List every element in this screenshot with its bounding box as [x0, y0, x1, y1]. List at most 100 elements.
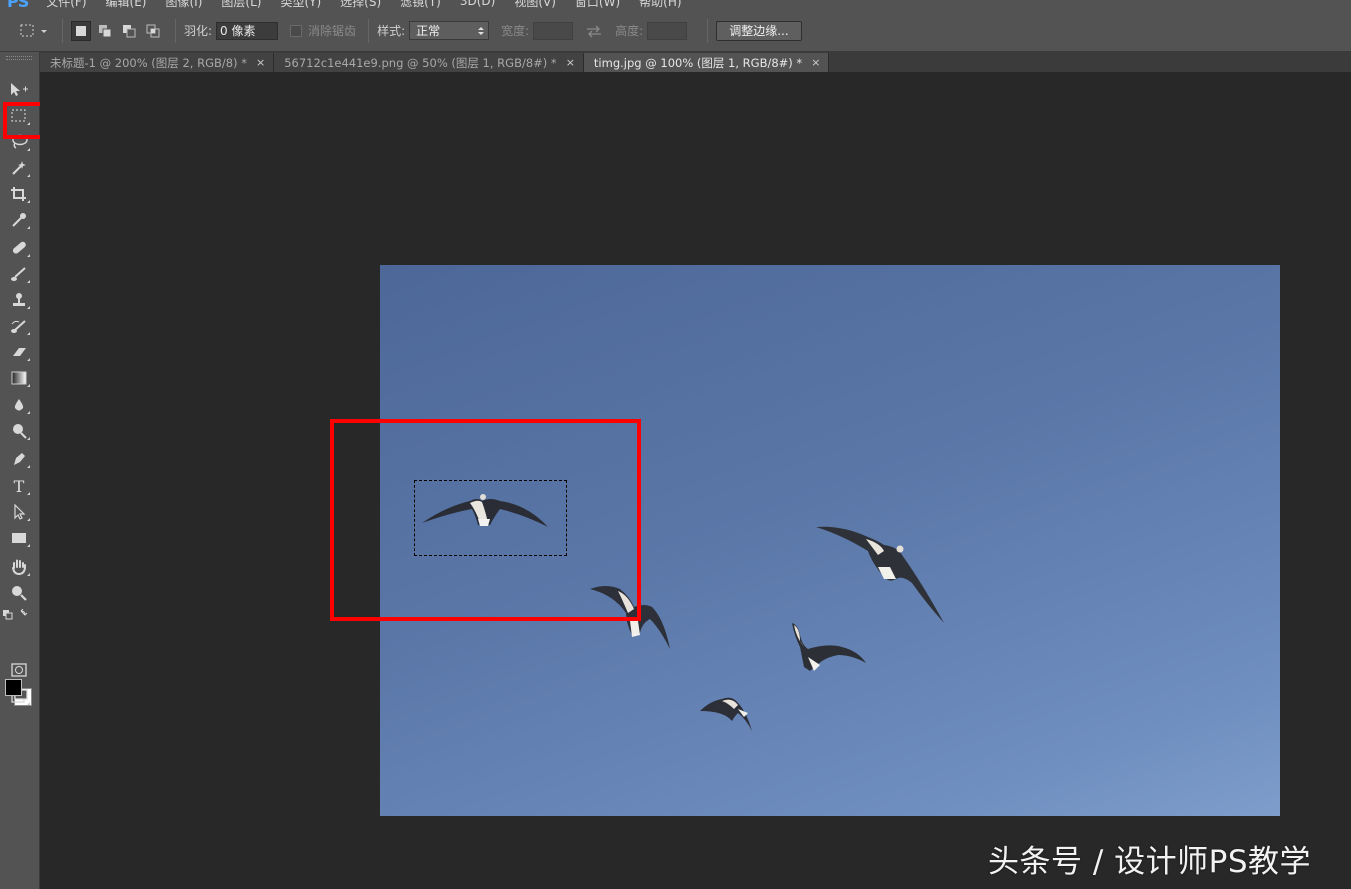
close-icon[interactable]: ×	[566, 56, 575, 69]
brush-tool[interactable]	[7, 263, 31, 285]
menu-bar: PS 文件(F) 编辑(E) 图像(I) 图层(L) 类型(Y) 选择(S) 滤…	[0, 0, 1351, 11]
path-selection-tool[interactable]	[7, 501, 31, 523]
options-bar: 羽化: 0 像素 消除锯齿 样式: 正常 宽度: 高度: 调整边缘...	[0, 10, 1351, 52]
submenu-corner	[27, 174, 30, 177]
quick-mask-icon	[11, 663, 27, 677]
magic-wand-icon	[12, 161, 26, 175]
seagull-image	[700, 697, 752, 731]
tool-preset-picker[interactable]	[14, 19, 54, 43]
document-tab[interactable]: 56712c1e441e9.png @ 50% (图层 1, RGB/8#) *…	[274, 53, 584, 72]
brush-icon	[11, 267, 26, 281]
tab-label: timg.jpg @ 100% (图层 1, RGB/8#) *	[593, 55, 803, 70]
submenu-corner	[27, 332, 30, 335]
intersect-selection-button[interactable]	[143, 21, 163, 41]
dodge-icon	[13, 424, 27, 439]
crop-tool[interactable]	[7, 183, 31, 205]
submenu-corner	[27, 254, 30, 257]
divider	[62, 18, 63, 43]
eraser-icon	[13, 348, 26, 356]
quick-mask-button[interactable]	[7, 659, 31, 681]
crop-icon	[11, 187, 26, 201]
gradient-tool[interactable]	[7, 367, 31, 389]
clone-stamp-tool[interactable]	[7, 289, 31, 311]
eyedropper-tool[interactable]	[7, 209, 31, 231]
seagull-image	[816, 526, 944, 623]
menu-filter[interactable]: 滤镜(T)	[400, 0, 441, 10]
rectangle-shape-icon	[12, 533, 26, 543]
antialias-label: 消除锯齿	[308, 24, 357, 38]
subtract-from-selection-button[interactable]	[119, 21, 139, 41]
move-tool[interactable]	[7, 79, 31, 101]
magic-wand-tool[interactable]	[7, 157, 31, 179]
rectangle-tool[interactable]	[7, 527, 31, 549]
blur-tool[interactable]	[7, 394, 31, 416]
document-tab[interactable]: 未标题-1 @ 200% (图层 2, RGB/8) * ×	[40, 53, 275, 72]
hand-icon	[12, 559, 26, 575]
watermark-text: 头条号 / 设计师PS教学	[988, 844, 1312, 880]
divider	[175, 18, 176, 43]
tools-panel: T	[0, 52, 40, 889]
zoom-icon	[12, 586, 27, 601]
menu-select[interactable]: 选择(S)	[340, 0, 381, 10]
width-input[interactable]	[533, 21, 574, 40]
foreground-color-swatch[interactable]	[5, 679, 22, 696]
move-tool-icon	[11, 83, 28, 96]
new-selection-icon	[76, 25, 86, 36]
document-tab-active[interactable]: timg.jpg @ 100% (图层 1, RGB/8#) * ×	[583, 53, 830, 72]
menu-type[interactable]: 类型(Y)	[280, 0, 321, 10]
add-to-selection-button[interactable]	[95, 21, 115, 41]
healing-brush-tool[interactable]	[7, 237, 31, 259]
close-icon[interactable]: ×	[811, 56, 820, 69]
type-tool-icon: T	[13, 476, 25, 496]
submenu-corner	[27, 573, 30, 576]
submenu-corner	[27, 280, 30, 283]
bandage-icon	[12, 241, 26, 254]
submenu-corner	[27, 544, 30, 547]
new-selection-button[interactable]	[71, 20, 91, 41]
antialias-checkbox[interactable]	[290, 24, 303, 37]
style-select-value: 正常	[416, 24, 441, 38]
feather-input[interactable]: 0 像素	[216, 21, 279, 40]
ps-logo: PS	[7, 0, 29, 11]
submenu-corner	[27, 148, 30, 151]
submenu-corner	[27, 492, 30, 495]
marquee-preset-icon	[20, 24, 47, 36]
menu-3d[interactable]: 3D(D)	[460, 0, 495, 8]
history-brush-icon	[11, 320, 26, 333]
zoom-tool[interactable]	[7, 582, 31, 604]
menu-edit[interactable]: 编辑(E)	[106, 0, 147, 10]
menu-help[interactable]: 帮助(H)	[639, 0, 681, 10]
panel-grip[interactable]	[6, 56, 32, 60]
default-colors-icon	[3, 609, 28, 620]
style-select[interactable]: 正常	[409, 21, 490, 40]
path-select-arrow-icon	[14, 504, 26, 520]
menu-layer[interactable]: 图层(L)	[221, 0, 261, 10]
submenu-corner	[27, 702, 30, 705]
height-input[interactable]	[647, 21, 688, 40]
photoshop-window: PS 文件(F) 编辑(E) 图像(I) 图层(L) 类型(Y) 选择(S) 滤…	[0, 0, 1351, 889]
menu-file[interactable]: 文件(F)	[46, 0, 86, 10]
document-tab-bar: 未标题-1 @ 200% (图层 2, RGB/8) * × 56712c1e4…	[40, 52, 1351, 72]
hand-tool[interactable]	[7, 556, 31, 578]
type-tool[interactable]: T	[7, 475, 31, 497]
seagull-image	[792, 623, 866, 671]
pen-tool[interactable]	[7, 448, 31, 470]
subtract-selection-icon	[123, 24, 136, 37]
menu-image[interactable]: 图像(I)	[165, 0, 202, 10]
menu-window[interactable]: 窗口(W)	[575, 0, 620, 10]
tab-label: 56712c1e441e9.png @ 50% (图层 1, RGB/8#) *	[284, 55, 557, 70]
swap-dimensions-icon[interactable]	[585, 24, 603, 38]
divider	[707, 18, 709, 43]
menu-view[interactable]: 视图(V)	[514, 0, 556, 10]
dodge-tool[interactable]	[7, 420, 31, 442]
color-swap-controls[interactable]	[2, 604, 30, 626]
eraser-tool[interactable]	[7, 341, 31, 363]
refine-edge-button[interactable]: 调整边缘...	[716, 20, 802, 41]
submenu-corner	[27, 384, 30, 387]
eyedropper-icon	[12, 213, 26, 227]
divider	[368, 18, 370, 43]
submenu-corner	[27, 437, 30, 440]
close-icon[interactable]: ×	[256, 56, 265, 69]
add-selection-icon	[99, 24, 112, 37]
history-brush-tool[interactable]	[7, 315, 31, 337]
